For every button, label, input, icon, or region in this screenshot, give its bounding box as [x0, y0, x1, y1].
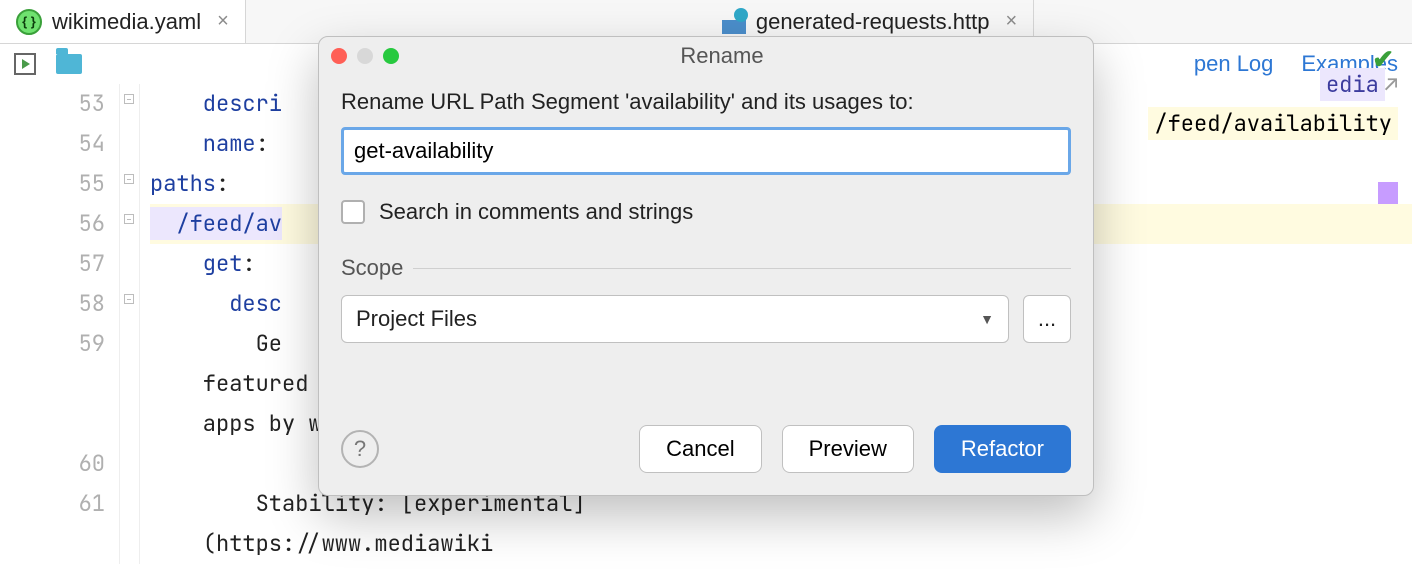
rename-prompt: Rename URL Path Segment 'availability' a…: [341, 89, 1071, 115]
refactor-button[interactable]: Refactor: [934, 425, 1071, 473]
window-minimize-icon: [357, 48, 373, 64]
dialog-title: Rename: [409, 43, 1035, 69]
close-icon[interactable]: ×: [1005, 10, 1017, 33]
scope-browse-button[interactable]: ...: [1023, 295, 1071, 343]
search-comments-label: Search in comments and strings: [379, 199, 693, 225]
openapi-icon: { }: [16, 9, 42, 35]
rename-input[interactable]: [341, 127, 1071, 175]
window-zoom-icon[interactable]: [383, 48, 399, 64]
preview-button[interactable]: Preview: [782, 425, 914, 473]
rename-dialog: Rename Rename URL Path Segment 'availabi…: [318, 36, 1094, 496]
http-file-icon: [722, 10, 746, 34]
chevron-down-icon: ▼: [980, 311, 994, 327]
help-button[interactable]: ?: [341, 430, 379, 468]
search-comments-checkbox[interactable]: [341, 200, 365, 224]
scope-combobox[interactable]: Project Files ▼: [341, 295, 1009, 343]
scope-label: Scope: [341, 255, 403, 281]
fold-gutter[interactable]: [120, 84, 140, 564]
cancel-button[interactable]: Cancel: [639, 425, 761, 473]
checkmark-icon[interactable]: ✔: [1372, 44, 1394, 74]
folder-icon[interactable]: [56, 54, 82, 74]
tab-label: wikimedia.yaml: [52, 9, 201, 35]
divider: [413, 268, 1071, 269]
line-number-gutter: 53 54 55 56 57 58 59 60 61: [0, 84, 120, 564]
tab-label: generated-requests.http: [756, 9, 990, 35]
scope-value: Project Files: [356, 306, 477, 332]
window-close-icon[interactable]: [331, 48, 347, 64]
tab-wikimedia-yaml[interactable]: { } wikimedia.yaml ×: [0, 0, 246, 43]
dialog-titlebar[interactable]: Rename: [319, 37, 1093, 75]
run-icon[interactable]: [14, 53, 36, 75]
close-icon[interactable]: ×: [217, 10, 229, 33]
